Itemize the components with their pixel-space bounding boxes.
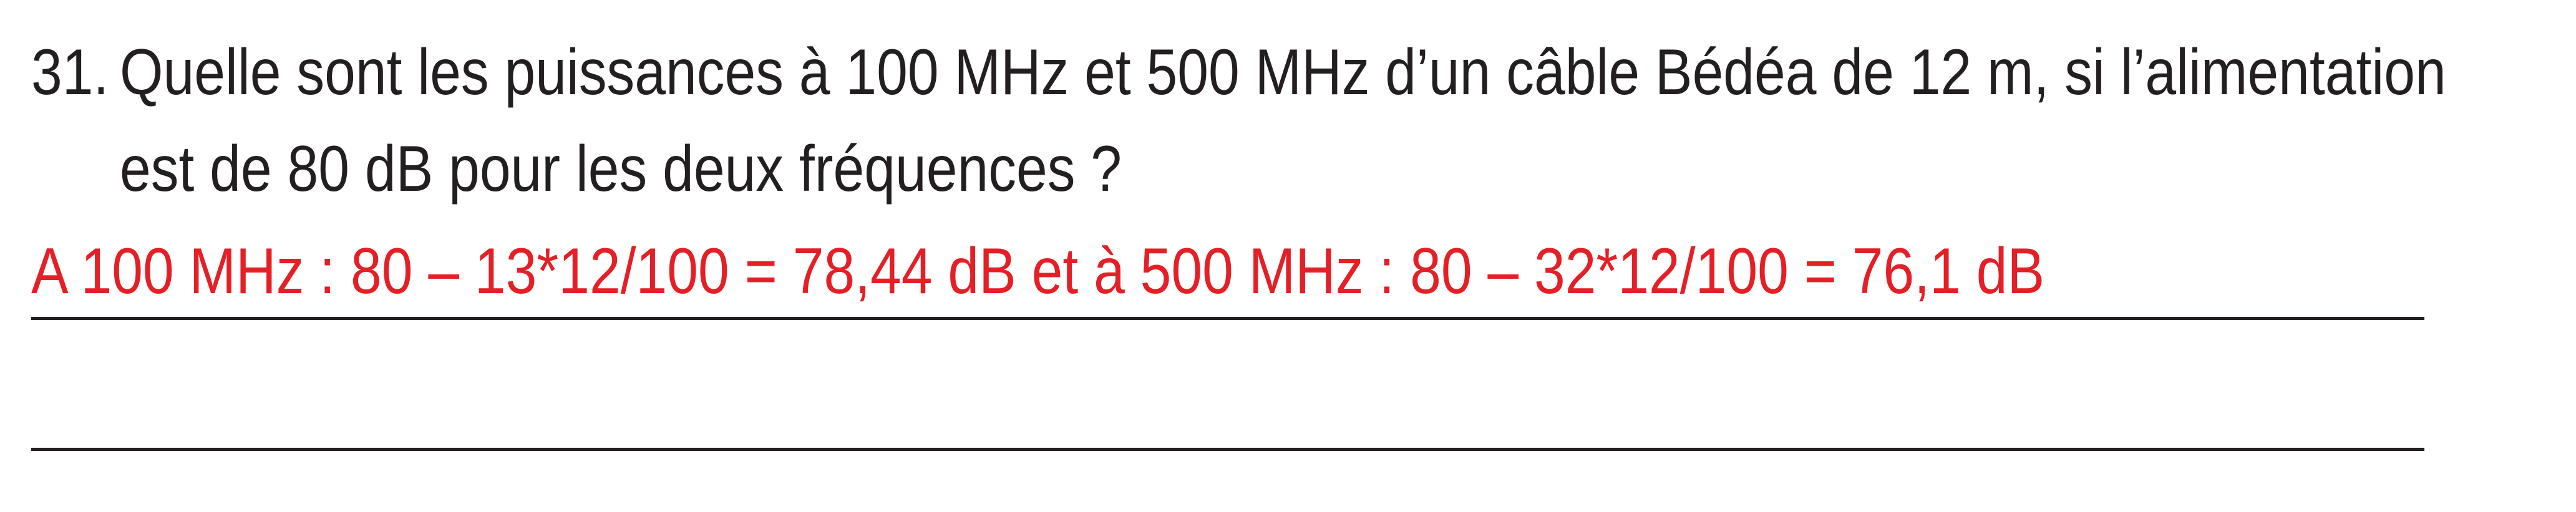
answer-text: A 100 MHz : 80 – 13*12/100 = 78,44 dB et… — [31, 235, 2045, 307]
question-text-line-1: Quelle sont les puissances à 100 MHz et … — [120, 36, 2446, 109]
answer-line-1 — [31, 317, 2424, 320]
question-number: 31. — [31, 36, 109, 109]
exercise-page: 31. Quelle sont les puissances à 100 MHz… — [0, 0, 2576, 512]
answer-line-2 — [31, 448, 2424, 451]
question-text-line-2: est de 80 dB pour les deux fréquences ? — [120, 133, 1122, 205]
